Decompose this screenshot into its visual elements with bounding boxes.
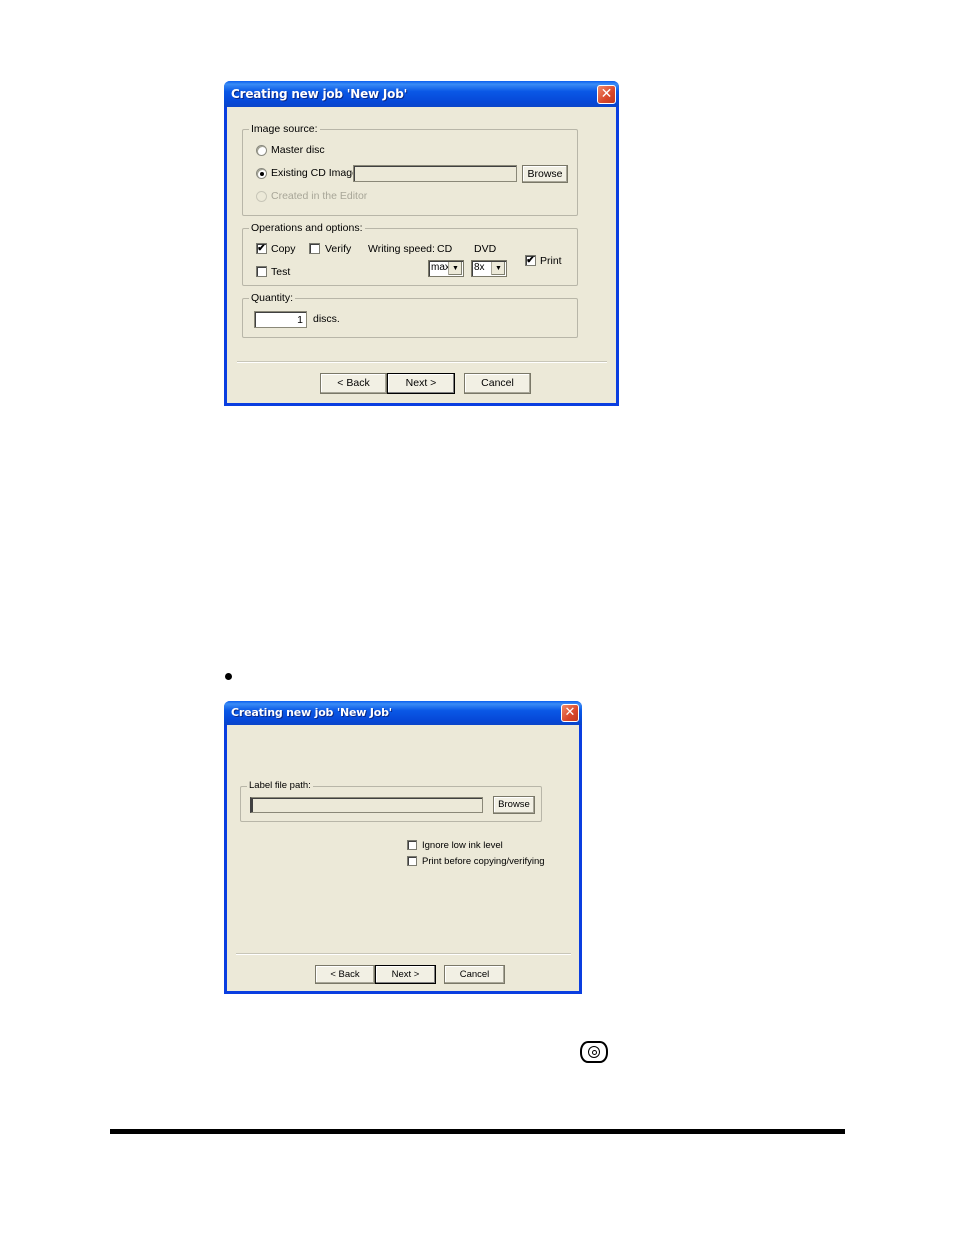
master-disc-label: Master disc (271, 144, 325, 156)
copy-label: Copy (271, 243, 296, 255)
dropdown-arrow-icon[interactable]: ▼ (448, 262, 462, 275)
title-bar[interactable]: Creating new job 'New Job' ✕ (224, 81, 619, 107)
quantity-group: Quantity: 1 discs. (242, 292, 578, 338)
dialog-title: Creating new job 'New Job' (231, 87, 408, 101)
label-file-group: Label file path: Browse (240, 780, 542, 822)
ignore-low-ink-checkbox[interactable] (407, 840, 417, 850)
test-label: Test (271, 266, 291, 278)
close-icon: ✕ (600, 86, 613, 102)
quantity-input[interactable]: 1 (254, 311, 307, 328)
back-button[interactable]: < Back (320, 373, 387, 394)
close-icon: ✕ (564, 705, 576, 720)
check-icon: ✔ (526, 255, 535, 266)
check-icon: ✔ (257, 243, 266, 254)
label-file-path-input[interactable] (250, 797, 483, 813)
print-before-copying-checkbox[interactable] (407, 856, 417, 866)
disc-inner-ring (591, 1049, 597, 1055)
back-button[interactable]: < Back (315, 965, 375, 984)
image-source-legend: Image source: (249, 123, 320, 135)
existing-cd-image-label: Existing CD Image: (271, 167, 361, 179)
dropdown-arrow-icon[interactable]: ▼ (491, 262, 505, 275)
quantity-unit-label: discs. (313, 313, 340, 325)
cd-speed-select[interactable]: max ▼ (428, 260, 464, 277)
created-in-editor-radio[interactable] (256, 191, 267, 202)
title-bar[interactable]: Creating new job 'New Job' ✕ (224, 701, 582, 725)
cancel-button[interactable]: Cancel (464, 373, 531, 394)
job-dialog-step1: Creating new job 'New Job' ✕ Image sourc… (224, 81, 619, 406)
master-disc-radio[interactable] (256, 145, 267, 156)
cancel-button[interactable]: Cancel (444, 965, 505, 984)
print-before-copying-label: Print before copying/verifying (422, 856, 545, 867)
existing-cd-image-radio[interactable] (256, 168, 267, 179)
verify-checkbox[interactable] (309, 243, 320, 254)
image-source-group: Image source: Master disc Existing CD Im… (242, 123, 578, 216)
test-checkbox[interactable] (256, 266, 267, 277)
close-button[interactable]: ✕ (597, 85, 616, 104)
verify-label: Verify (325, 243, 352, 255)
browse-image-button[interactable]: Browse (522, 165, 568, 183)
copy-checkbox[interactable]: ✔ (256, 243, 267, 254)
print-label: Print (540, 255, 562, 267)
bullet-icon (225, 673, 232, 680)
cd-image-path-input[interactable] (353, 165, 517, 182)
footer-rule (110, 1129, 845, 1134)
operations-legend: Operations and options: (249, 222, 365, 234)
cd-speed-label: CD (437, 243, 453, 255)
created-in-editor-label: Created in the Editor (271, 190, 368, 202)
dvd-speed-value: 8x (474, 262, 485, 273)
separator (236, 953, 571, 955)
print-checkbox[interactable]: ✔ (525, 255, 536, 266)
disc-button-icon (580, 1041, 608, 1063)
dvd-speed-select[interactable]: 8x ▼ (471, 260, 507, 277)
separator (237, 361, 607, 363)
quantity-legend: Quantity: (249, 292, 296, 304)
next-button[interactable]: Next > (375, 965, 436, 984)
operations-group: Operations and options: ✔ Copy Verify Wr… (242, 222, 578, 286)
browse-label-file-button[interactable]: Browse (493, 796, 535, 814)
job-dialog-step2: Creating new job 'New Job' ✕ Label file … (224, 701, 582, 994)
ignore-low-ink-label: Ignore low ink level (422, 840, 503, 851)
label-file-legend: Label file path: (247, 780, 313, 792)
next-button[interactable]: Next > (387, 373, 455, 394)
dialog-title: Creating new job 'New Job' (231, 706, 392, 719)
dvd-speed-label: DVD (474, 243, 497, 255)
close-button[interactable]: ✕ (561, 704, 579, 722)
writing-speed-label: Writing speed: (368, 243, 435, 255)
